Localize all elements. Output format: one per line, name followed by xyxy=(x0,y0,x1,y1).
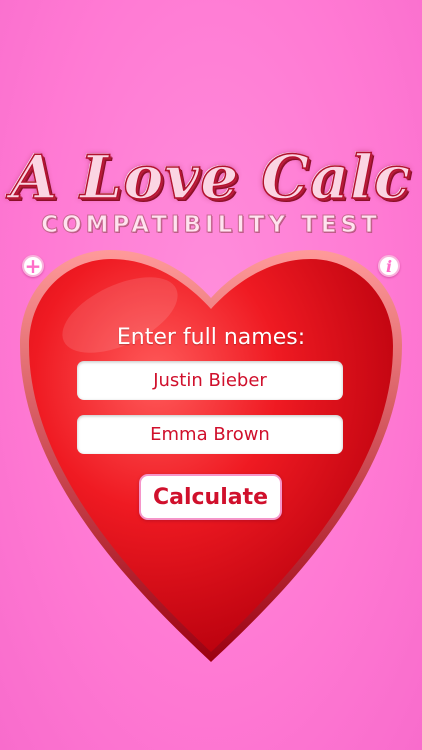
plus-circle-icon: + xyxy=(24,254,42,278)
info-circle-icon: i xyxy=(385,256,393,276)
app-screen: A Love Calc COMPATIBILITY TEST + i Enter… xyxy=(0,0,422,750)
names-prompt: Enter full names: xyxy=(116,325,306,350)
second-name-input[interactable] xyxy=(77,415,343,454)
calculate-button[interactable]: Calculate xyxy=(139,474,282,520)
add-button[interactable]: + xyxy=(22,255,44,277)
first-name-input[interactable] xyxy=(77,361,343,400)
info-button[interactable]: i xyxy=(378,255,400,277)
app-subtitle: COMPATIBILITY TEST xyxy=(41,212,381,239)
app-title: A Love Calc xyxy=(10,142,412,214)
